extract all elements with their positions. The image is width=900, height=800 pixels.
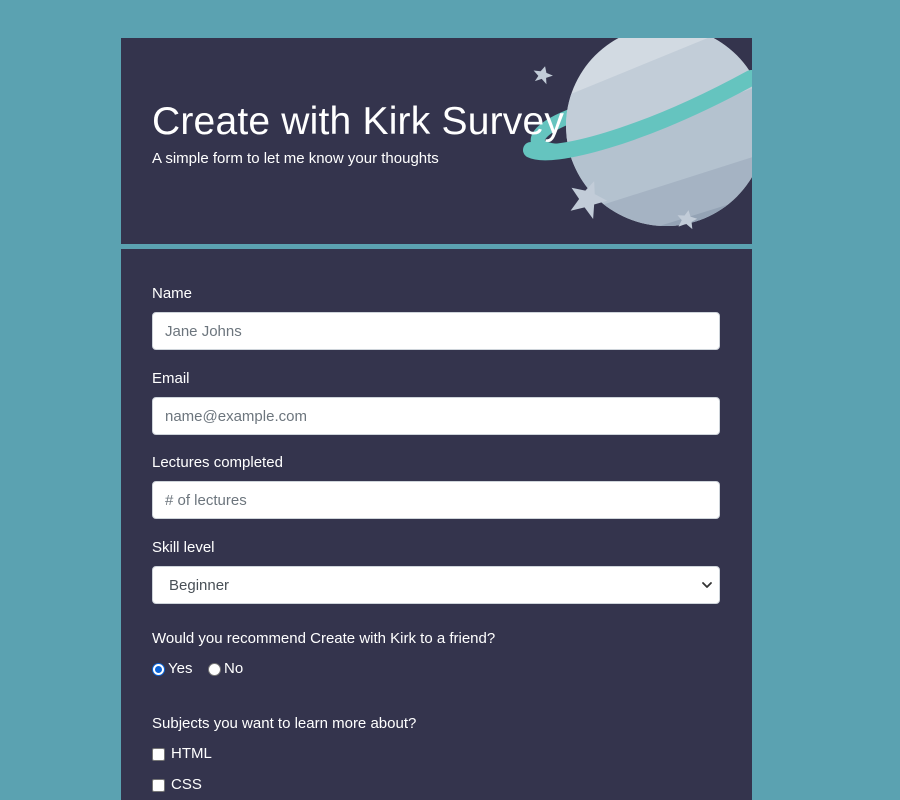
survey-page: Create with Kirk Survey A simple form to… bbox=[0, 0, 900, 800]
skill-select-value: Beginner bbox=[169, 577, 230, 594]
page-title: Create with Kirk Survey bbox=[152, 100, 565, 143]
email-input[interactable] bbox=[152, 397, 720, 435]
lectures-label: Lectures completed bbox=[152, 454, 283, 471]
survey-header: Create with Kirk Survey A simple form to… bbox=[121, 38, 752, 244]
chevron-down-icon bbox=[702, 582, 712, 588]
email-label: Email bbox=[152, 370, 190, 387]
checkbox-css-label: CSS bbox=[171, 776, 202, 793]
checkbox-css[interactable] bbox=[152, 779, 165, 792]
checkbox-html-label: HTML bbox=[171, 745, 212, 762]
checkbox-html[interactable] bbox=[152, 748, 165, 761]
radio-yes[interactable] bbox=[152, 663, 165, 676]
subjects-question: Subjects you want to learn more about? bbox=[152, 715, 417, 732]
name-label: Name bbox=[152, 285, 193, 302]
skill-label: Skill level bbox=[152, 539, 215, 556]
radio-no-label: No bbox=[224, 660, 244, 677]
radio-yes-label: Yes bbox=[168, 660, 193, 677]
radio-no[interactable] bbox=[208, 663, 221, 676]
name-input[interactable] bbox=[152, 312, 720, 350]
page-subtitle: A simple form to let me know your though… bbox=[152, 150, 439, 167]
recommend-question: Would you recommend Create with Kirk to … bbox=[152, 630, 496, 647]
survey-form: Name Email Lectures completed Skill leve… bbox=[121, 249, 752, 800]
lectures-input[interactable] bbox=[152, 481, 720, 519]
skill-select[interactable]: Beginner bbox=[152, 566, 720, 604]
